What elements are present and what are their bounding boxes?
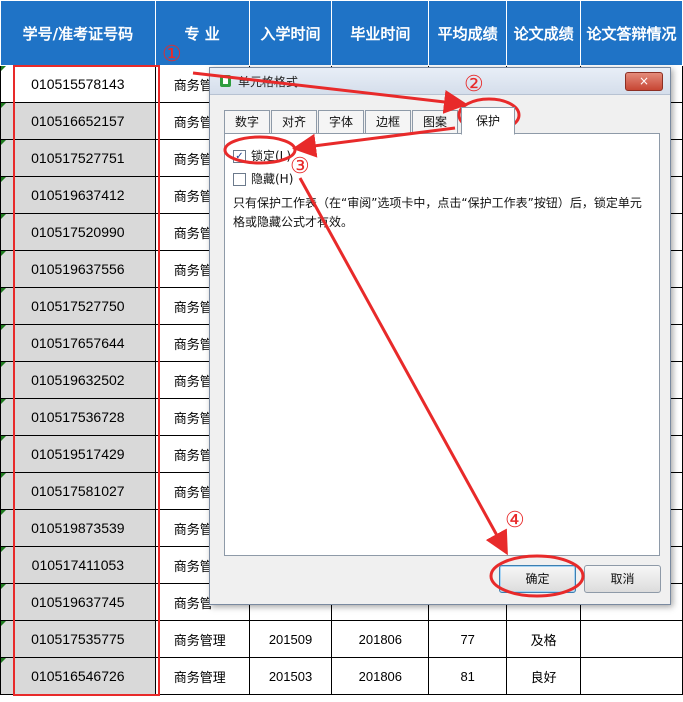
text-number-indicator-icon	[1, 436, 6, 441]
col-header-defense[interactable]: 论文答辩情况	[580, 0, 683, 66]
locked-option[interactable]: ✓ 锁定(L)	[233, 147, 291, 164]
header-row: 学号/准考证号码 专 业 入学时间 毕业时间 平均成绩 论文成绩 论文答辩情况	[0, 0, 683, 66]
locked-label: 锁定(L)	[251, 149, 292, 163]
hidden-option[interactable]: 隐藏(H)	[233, 170, 293, 187]
text-number-indicator-icon	[1, 140, 6, 145]
text-number-indicator-icon	[1, 288, 6, 293]
text-number-indicator-icon	[1, 399, 6, 404]
col-header-thesis[interactable]: 论文成绩	[506, 0, 582, 66]
protection-info-text: 只有保护工作表（在“审阅”选项卡中，点击“保护工作表”按钮）后，锁定单元格或隐藏…	[233, 196, 642, 229]
text-number-indicator-icon	[1, 547, 6, 552]
col-header-grad[interactable]: 毕业时间	[331, 0, 430, 66]
thesis-cell[interactable]: 良好	[506, 657, 582, 695]
major-cell[interactable]: 商务管理	[154, 657, 250, 695]
entry-cell[interactable]: 201509	[248, 620, 333, 658]
text-number-indicator-icon	[1, 251, 6, 256]
defense-cell[interactable]	[580, 657, 683, 695]
tab-number[interactable]: 数字	[224, 110, 270, 134]
tab-pattern[interactable]: 图案	[412, 110, 458, 134]
ok-button[interactable]: 确定	[499, 565, 576, 593]
selection-highlight-box	[13, 65, 160, 696]
text-number-indicator-icon	[1, 473, 6, 478]
step-1-marker: ①	[162, 42, 182, 67]
text-number-indicator-icon	[1, 177, 6, 182]
text-number-indicator-icon	[1, 362, 6, 367]
spreadsheet-app-icon	[220, 75, 231, 87]
grad-cell[interactable]: 201806	[331, 620, 430, 658]
entry-cell[interactable]: 201503	[248, 657, 333, 695]
text-number-indicator-icon	[1, 584, 6, 589]
tab-protection[interactable]: 保护	[461, 107, 515, 135]
tab-border[interactable]: 边框	[365, 110, 411, 134]
dialog-title: 单元格格式	[238, 75, 299, 89]
dialog-titlebar[interactable]: 单元格格式 ×	[210, 68, 670, 95]
hidden-checkbox[interactable]	[233, 173, 246, 186]
grad-cell[interactable]: 201806	[331, 657, 430, 695]
protection-panel: ✓ 锁定(L) 隐藏(H) 只有保护工作表（在“审阅”选项卡中，点击“保护工作表”…	[224, 133, 660, 556]
close-button[interactable]: ×	[625, 72, 663, 91]
text-number-indicator-icon	[1, 66, 6, 71]
cancel-button[interactable]: 取消	[584, 565, 661, 593]
text-number-indicator-icon	[1, 214, 6, 219]
col-header-id[interactable]: 学号/准考证号码	[0, 0, 156, 66]
locked-checkbox[interactable]: ✓	[233, 150, 246, 163]
step-2-marker: ②	[464, 72, 484, 97]
avg-cell[interactable]: 81	[428, 657, 508, 695]
step-4-marker: ④	[505, 508, 525, 533]
text-number-indicator-icon	[1, 103, 6, 108]
major-cell[interactable]: 商务管理	[154, 620, 250, 658]
avg-cell[interactable]: 77	[428, 620, 508, 658]
tab-font[interactable]: 字体	[318, 110, 364, 134]
text-number-indicator-icon	[1, 621, 6, 626]
tab-alignment[interactable]: 对齐	[271, 110, 317, 134]
hidden-label: 隐藏(H)	[251, 172, 294, 186]
text-number-indicator-icon	[1, 510, 6, 515]
format-cells-dialog: 单元格格式 × 数字 对齐 字体 边框 图案 保护 ✓ 锁定(L) 隐藏(H) 只…	[209, 67, 671, 605]
col-header-entry[interactable]: 入学时间	[248, 0, 333, 66]
step-3-marker: ③	[290, 154, 310, 179]
text-number-indicator-icon	[1, 325, 6, 330]
text-number-indicator-icon	[1, 658, 6, 663]
thesis-cell[interactable]: 及格	[506, 620, 582, 658]
col-header-avg[interactable]: 平均成绩	[428, 0, 508, 66]
defense-cell[interactable]	[580, 620, 683, 658]
